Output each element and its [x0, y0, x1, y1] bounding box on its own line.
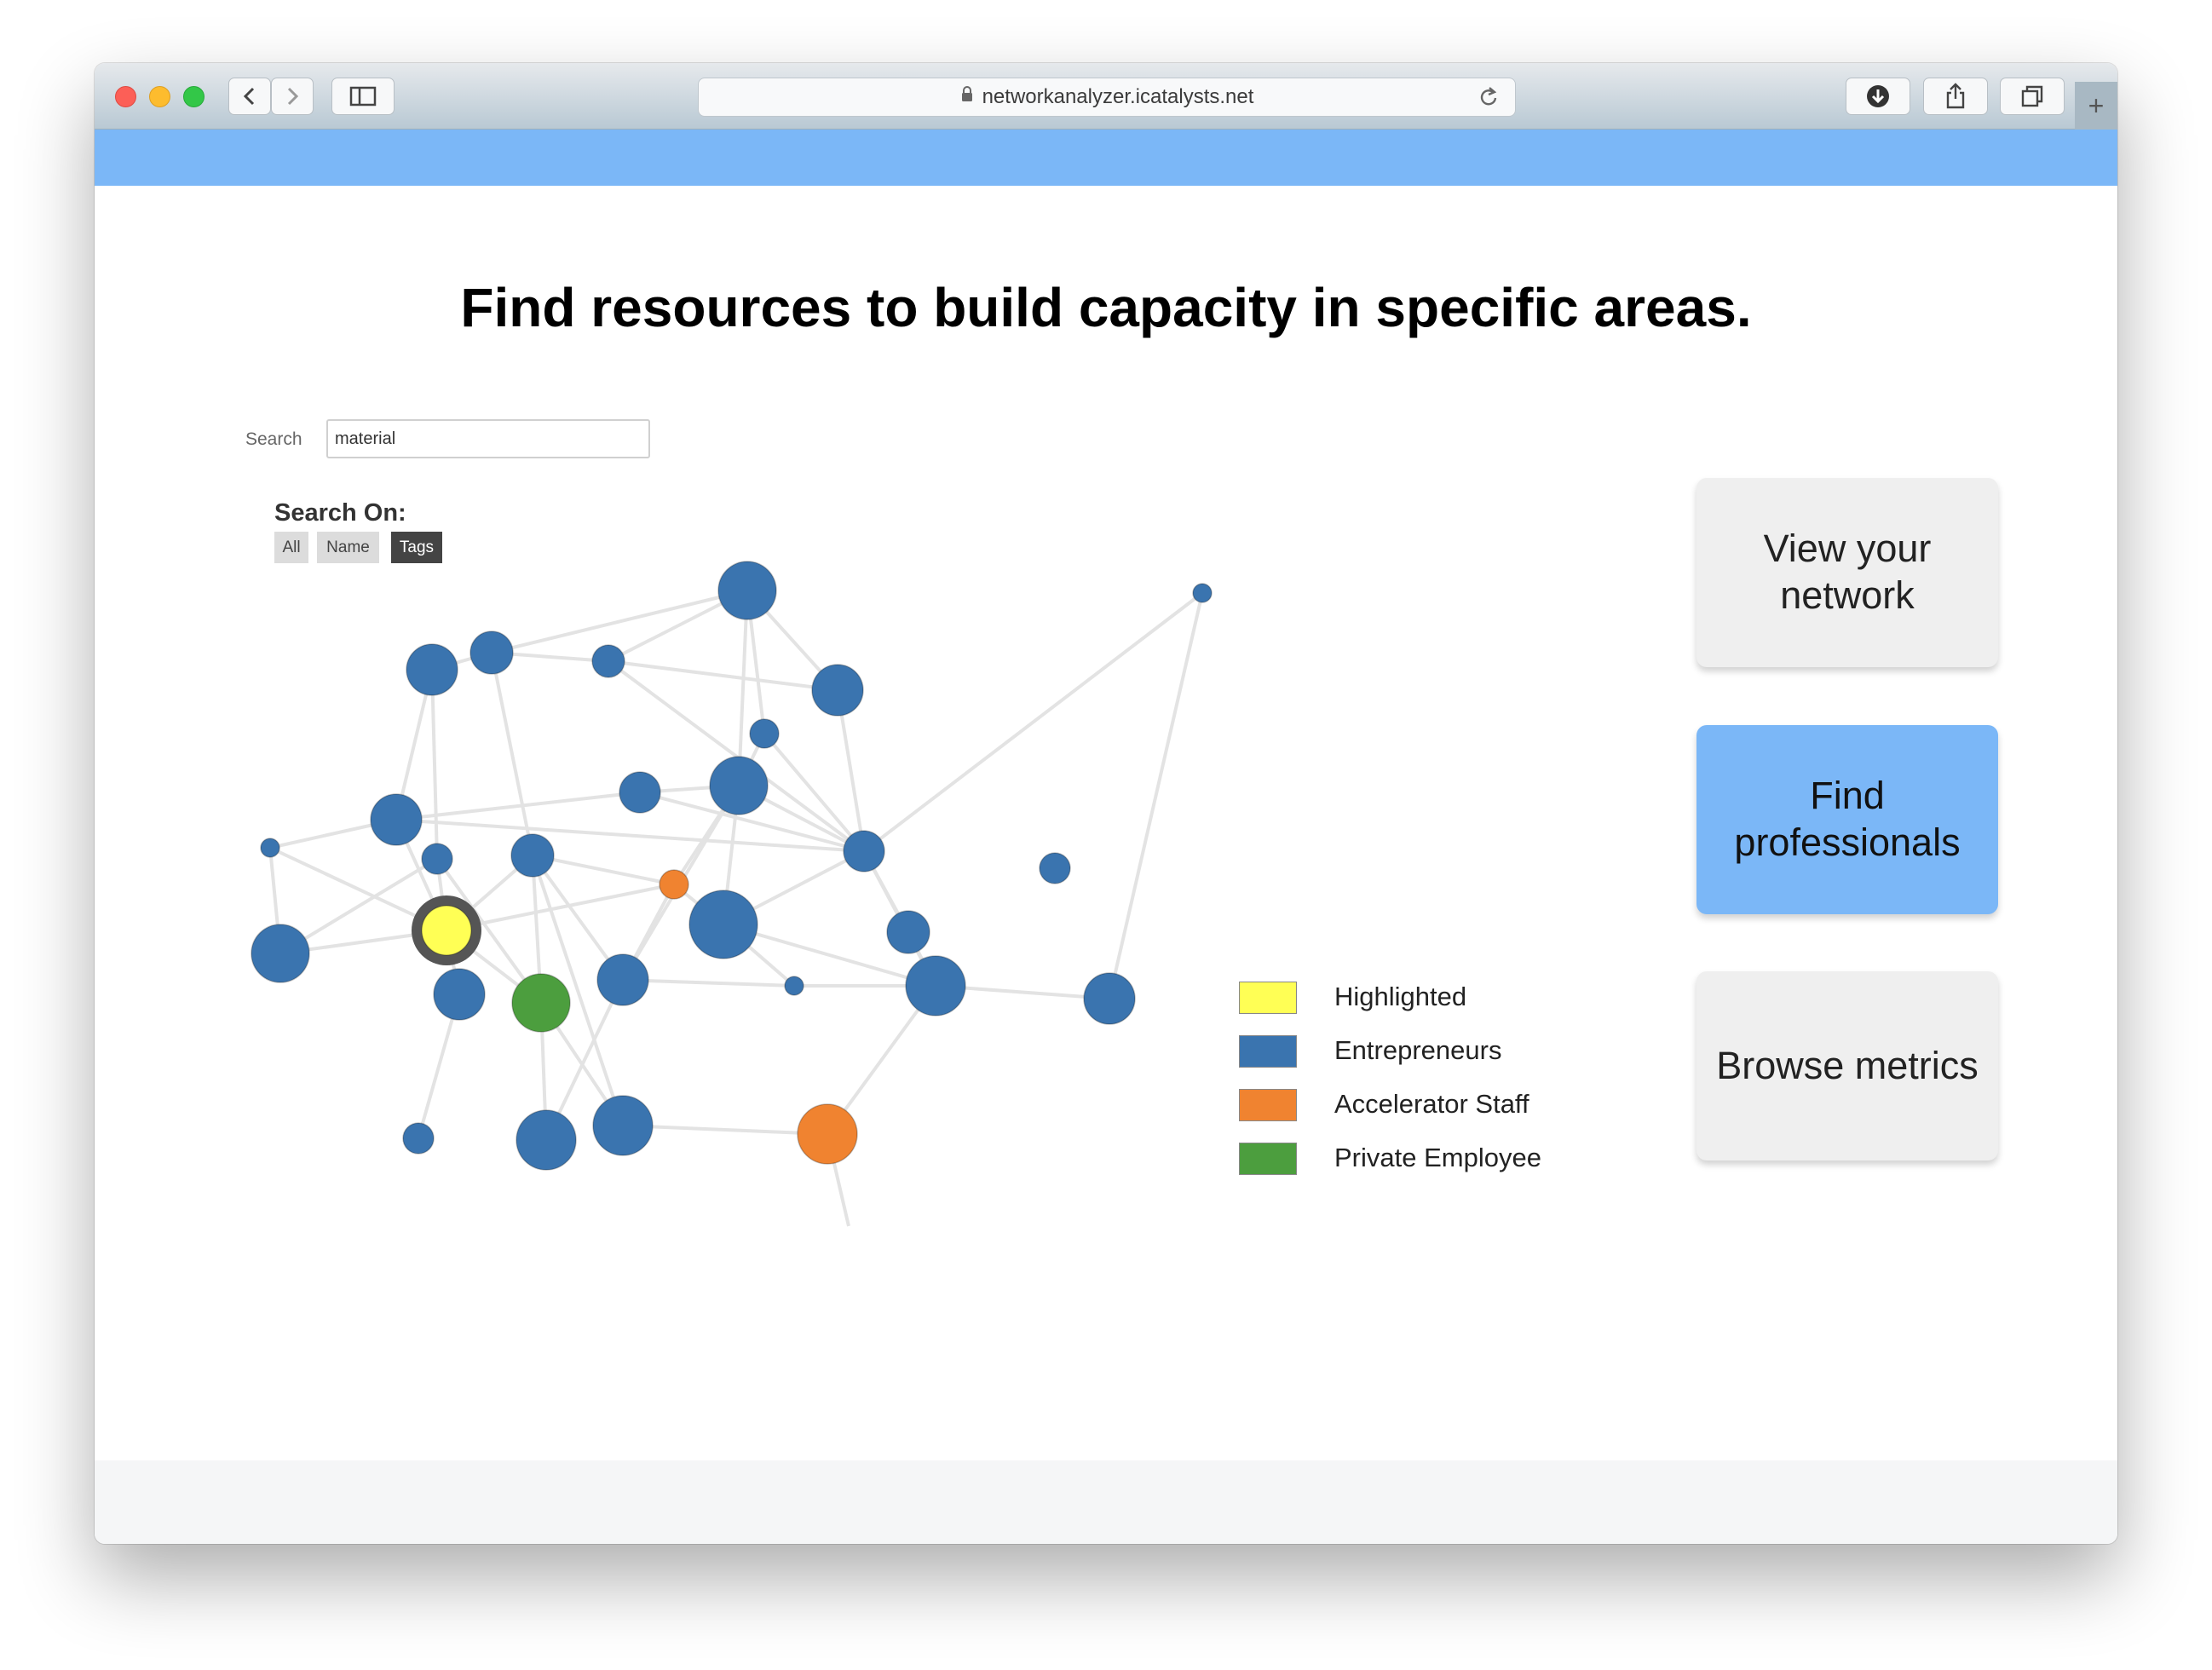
browse-metrics-button[interactable]: Browse metrics — [1696, 971, 1998, 1160]
find-professionals-button[interactable]: Find professionals — [1696, 725, 1998, 914]
graph-node[interactable] — [905, 955, 966, 1016]
legend-label-accelerator-staff: Accelerator Staff — [1334, 1089, 1529, 1119]
graph-node[interactable] — [251, 924, 310, 983]
graph-node[interactable] — [592, 1095, 654, 1156]
graph-node[interactable] — [421, 843, 453, 875]
graph-node[interactable] — [717, 561, 777, 620]
legend-label-highlighted: Highlighted — [1334, 982, 1467, 1011]
legend-swatch-entrepreneurs — [1239, 1035, 1297, 1068]
graph-node[interactable] — [659, 869, 689, 900]
highlighted-node[interactable] — [421, 905, 472, 956]
graph-node[interactable] — [260, 838, 280, 858]
legend-swatch-highlighted — [1239, 982, 1297, 1014]
graph-node[interactable] — [619, 771, 661, 814]
legend-label-private-employee: Private Employee — [1334, 1143, 1541, 1172]
graph-node[interactable] — [433, 968, 486, 1021]
page-footer — [95, 1460, 2117, 1544]
graph-edge — [395, 791, 641, 821]
graph-node[interactable] — [886, 910, 930, 954]
graph-node[interactable] — [749, 718, 780, 749]
graph-node[interactable] — [406, 643, 458, 696]
graph-edge — [622, 1124, 828, 1136]
graph-node[interactable] — [370, 793, 423, 846]
graph-node[interactable] — [811, 664, 864, 717]
legend-swatch-accelerator-staff — [1239, 1089, 1297, 1121]
graph-edge — [491, 589, 748, 654]
legend-swatch-private-employee — [1239, 1143, 1297, 1175]
browser-window: networkanalyzer.icatalysts.net + Find re… — [95, 63, 2117, 1544]
graph-node[interactable] — [1039, 852, 1071, 884]
graph-node[interactable] — [469, 631, 514, 675]
graph-node[interactable] — [510, 833, 555, 878]
graph-node[interactable] — [596, 953, 649, 1006]
graph-node[interactable] — [402, 1122, 435, 1155]
legend-label-entrepreneurs: Entrepreneurs — [1334, 1035, 1502, 1065]
graph-edge — [395, 818, 865, 853]
graph-node[interactable] — [516, 1109, 577, 1171]
graph-node[interactable] — [688, 890, 758, 959]
graph-node[interactable] — [1083, 972, 1136, 1025]
graph-node[interactable] — [784, 976, 804, 996]
graph-edge — [430, 669, 439, 860]
graph-node[interactable] — [511, 973, 571, 1033]
graph-node[interactable] — [1192, 583, 1213, 603]
graph-node[interactable] — [797, 1103, 858, 1165]
graph-node[interactable] — [709, 756, 769, 815]
view-network-button[interactable]: View your network — [1696, 478, 1998, 667]
graph-node[interactable] — [843, 830, 885, 872]
graph-node[interactable] — [591, 644, 625, 678]
